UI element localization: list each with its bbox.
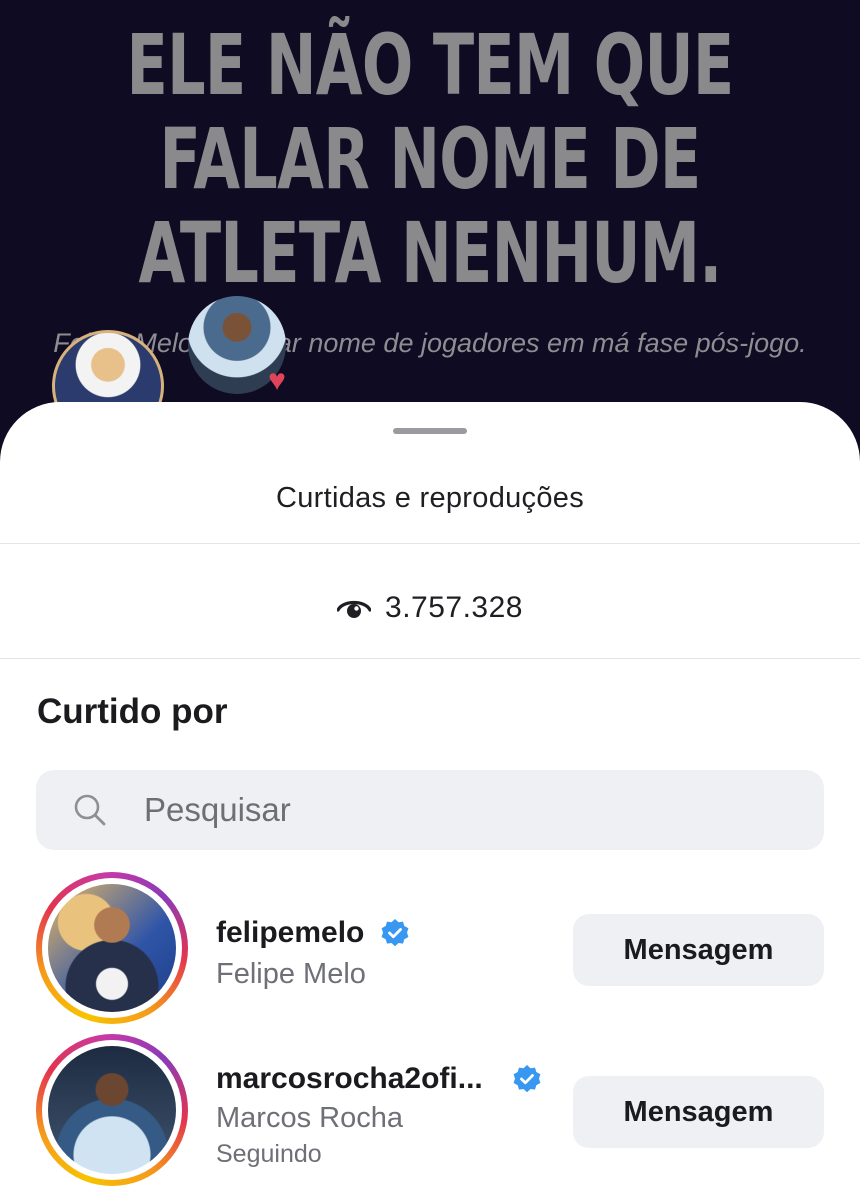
message-button[interactable]: Mensagem — [573, 914, 824, 986]
avatar — [48, 1046, 176, 1174]
post-preview: ELE NÃO TEM QUE FALAR NOME DE ATLETA NEN… — [0, 0, 860, 470]
views-row: 3.757.328 — [0, 588, 860, 628]
liker-row[interactable]: marcosrocha2ofi... Marcos Rocha Seguindo… — [0, 1034, 860, 1190]
headline-line: ELE NÃO TEM QUE — [126, 16, 735, 114]
message-button[interactable]: Mensagem — [573, 1076, 824, 1148]
full-name: Felipe Melo — [216, 958, 366, 990]
search-icon — [74, 794, 106, 826]
search-input[interactable] — [144, 770, 784, 850]
headline-line: FALAR NOME DE — [159, 110, 702, 208]
liker-row[interactable]: felipemelo Felipe Melo Mensagem — [0, 872, 860, 1028]
eye-icon — [337, 600, 372, 618]
avatar-story-ring[interactable] — [36, 872, 188, 1024]
avatar — [48, 884, 176, 1012]
verified-badge-icon — [381, 919, 409, 947]
views-count: 3.757.328 — [385, 591, 523, 624]
username[interactable]: marcosrocha2ofi... — [216, 1062, 483, 1096]
following-status: Seguindo — [216, 1140, 322, 1168]
sheet-title: Curtidas e reproduções — [275, 482, 585, 514]
search-bar[interactable] — [36, 770, 824, 850]
verified-badge-icon — [513, 1065, 541, 1093]
avatar-story-ring[interactable] — [36, 1034, 188, 1186]
post-headline: ELE NÃO TEM QUE FALAR NOME DE ATLETA NEN… — [120, 18, 739, 300]
divider — [0, 543, 860, 544]
likes-sheet: Curtidas e reproduções 3.757.328 Curtido… — [0, 402, 860, 1200]
full-name: Marcos Rocha — [216, 1102, 403, 1134]
sheet-drag-handle[interactable] — [393, 428, 467, 434]
liked-by-heading: Curtido por — [37, 692, 228, 731]
username[interactable]: felipemelo — [216, 916, 364, 950]
heart-icon: ♥ — [268, 364, 286, 397]
headline-line: ATLETA NENHUM. — [138, 204, 723, 302]
divider — [0, 658, 860, 659]
